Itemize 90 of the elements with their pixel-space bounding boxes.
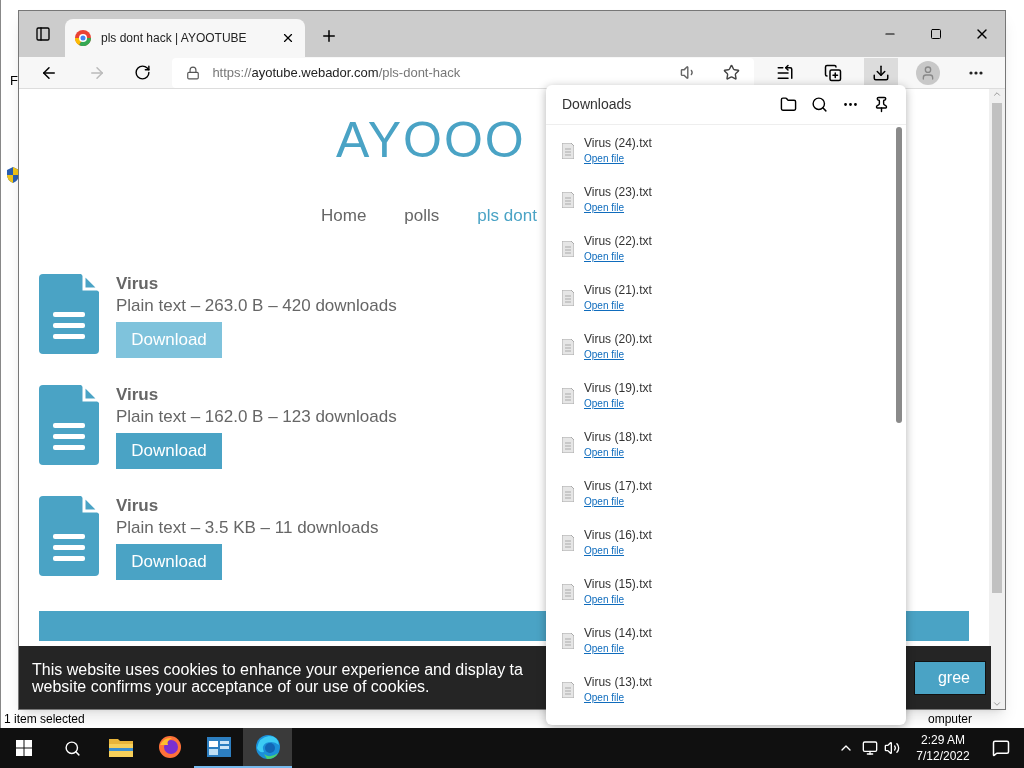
download-filename: Virus (16).txt bbox=[584, 527, 652, 543]
file-icon bbox=[562, 241, 574, 257]
notification-icon[interactable] bbox=[992, 739, 1010, 757]
file-details: Plain text – 263.0 B – 420 downloads bbox=[116, 294, 397, 317]
file-icon bbox=[562, 192, 574, 208]
download-filename: Virus (24).txt bbox=[584, 135, 652, 151]
file-icon bbox=[562, 143, 574, 159]
tab-title: pls dont hack | AYOOTUBE bbox=[101, 30, 248, 47]
collections-icon bbox=[823, 63, 842, 82]
download-filename: Virus (14).txt bbox=[584, 625, 652, 641]
shield-icon bbox=[7, 167, 19, 183]
document-icon bbox=[39, 273, 99, 354]
plus-icon bbox=[320, 27, 338, 45]
file-icon bbox=[562, 584, 574, 600]
clock[interactable]: 2:29 AM 7/12/2022 bbox=[908, 732, 978, 764]
cookie-text: website confirms your acceptance of our use of cookies. bbox=[32, 677, 430, 695]
file-name: Virus bbox=[116, 273, 160, 294]
open-file-link[interactable]: Open file bbox=[584, 298, 652, 314]
download-filename: Virus (22).txt bbox=[584, 233, 652, 249]
document-icon bbox=[39, 384, 99, 465]
firefox-icon bbox=[157, 735, 182, 759]
url-text: https://ayotube.webador.com/pls-dont-hack bbox=[212, 63, 461, 82]
download-filename: Virus (23).txt bbox=[584, 184, 652, 200]
open-file-link[interactable]: Open file bbox=[584, 249, 652, 265]
network-icon[interactable] bbox=[862, 740, 878, 756]
file-icon bbox=[562, 486, 574, 502]
file-icon bbox=[562, 339, 574, 355]
download-filename: Virus (20).txt bbox=[584, 331, 652, 347]
download-filename: Virus (21).txt bbox=[584, 282, 652, 298]
address-bar[interactable]: https://ayotube.webador.com/pls-dont-hack bbox=[172, 57, 755, 88]
toolbar-button[interactable] bbox=[863, 57, 898, 88]
file-icon bbox=[562, 290, 574, 306]
open-file-link[interactable]: Open file bbox=[584, 151, 652, 167]
search-icon[interactable] bbox=[811, 96, 828, 113]
open-file-link[interactable]: Open file bbox=[584, 543, 652, 559]
open-file-link[interactable]: Open file bbox=[584, 200, 652, 216]
search-icon bbox=[63, 739, 81, 757]
open-file-link[interactable]: Open file bbox=[584, 396, 652, 412]
refresh-icon bbox=[134, 64, 151, 81]
open-file-link[interactable]: Open file bbox=[584, 592, 652, 608]
status-text: omputer bbox=[927, 711, 972, 728]
nav-link[interactable]: polls bbox=[404, 203, 440, 229]
download-filename: Virus (13).txt bbox=[584, 674, 652, 690]
close-icon[interactable] bbox=[281, 31, 295, 45]
open-file-link[interactable]: Open file bbox=[584, 347, 652, 363]
file-icon bbox=[562, 437, 574, 453]
file-details: Plain text – 162.0 B – 123 downloads bbox=[116, 405, 397, 428]
pin-icon[interactable] bbox=[873, 96, 890, 113]
nav-link[interactable]: Home bbox=[321, 203, 367, 229]
download-filename: Virus (18).txt bbox=[584, 429, 652, 445]
site-logo-icon bbox=[75, 30, 91, 46]
file-icon bbox=[562, 633, 574, 649]
edge-icon bbox=[254, 734, 281, 760]
download-filename: Virus (19).txt bbox=[584, 380, 652, 396]
file-details: Plain text – 3.5 KB – 11 downloads bbox=[116, 516, 379, 539]
document-icon bbox=[39, 495, 99, 576]
tab-actions-icon bbox=[35, 26, 51, 42]
open-file-link[interactable]: Open file bbox=[584, 445, 652, 461]
more-icon bbox=[969, 70, 984, 75]
app-window-icon bbox=[206, 737, 231, 757]
favorites-icon bbox=[776, 63, 795, 82]
open-file-link[interactable]: Open file bbox=[584, 641, 652, 657]
nav-link[interactable]: pls dont bbox=[477, 203, 537, 229]
file-icon bbox=[562, 535, 574, 551]
file-name: Virus bbox=[116, 495, 160, 516]
menu-text: F bbox=[10, 72, 18, 90]
browser-tab[interactable]: pls dont hack | AYOOTUBE bbox=[65, 19, 305, 57]
file-icon bbox=[562, 682, 574, 698]
volume-icon[interactable] bbox=[884, 740, 900, 756]
avatar-icon bbox=[916, 60, 941, 85]
file-name: Virus bbox=[116, 384, 160, 405]
file-icon bbox=[562, 388, 574, 404]
scrollbar-thumb[interactable] bbox=[896, 127, 902, 423]
download-filename: Virus (17).txt bbox=[584, 478, 652, 494]
lock-icon bbox=[186, 65, 201, 80]
maximize-icon bbox=[930, 28, 942, 40]
open-file-link[interactable]: Open file bbox=[584, 494, 652, 510]
folder-icon bbox=[108, 737, 133, 757]
windows-icon bbox=[16, 740, 32, 756]
status-text: 1 item selected bbox=[4, 711, 85, 728]
site-logo: AYOOO bbox=[336, 115, 526, 165]
download-icon bbox=[871, 63, 890, 82]
cookie-text: This website uses cookies to enhance your experience and display ta bbox=[32, 660, 523, 678]
add-favorite-icon[interactable] bbox=[723, 64, 741, 81]
open-file-link[interactable]: Open file bbox=[584, 690, 652, 706]
panel-title: Downloads bbox=[562, 95, 633, 114]
download-filename: Virus (15).txt bbox=[584, 576, 652, 592]
folder-icon[interactable] bbox=[780, 96, 797, 113]
scrollbar-thumb[interactable] bbox=[992, 103, 1002, 593]
taskbar-app[interactable] bbox=[243, 728, 292, 768]
